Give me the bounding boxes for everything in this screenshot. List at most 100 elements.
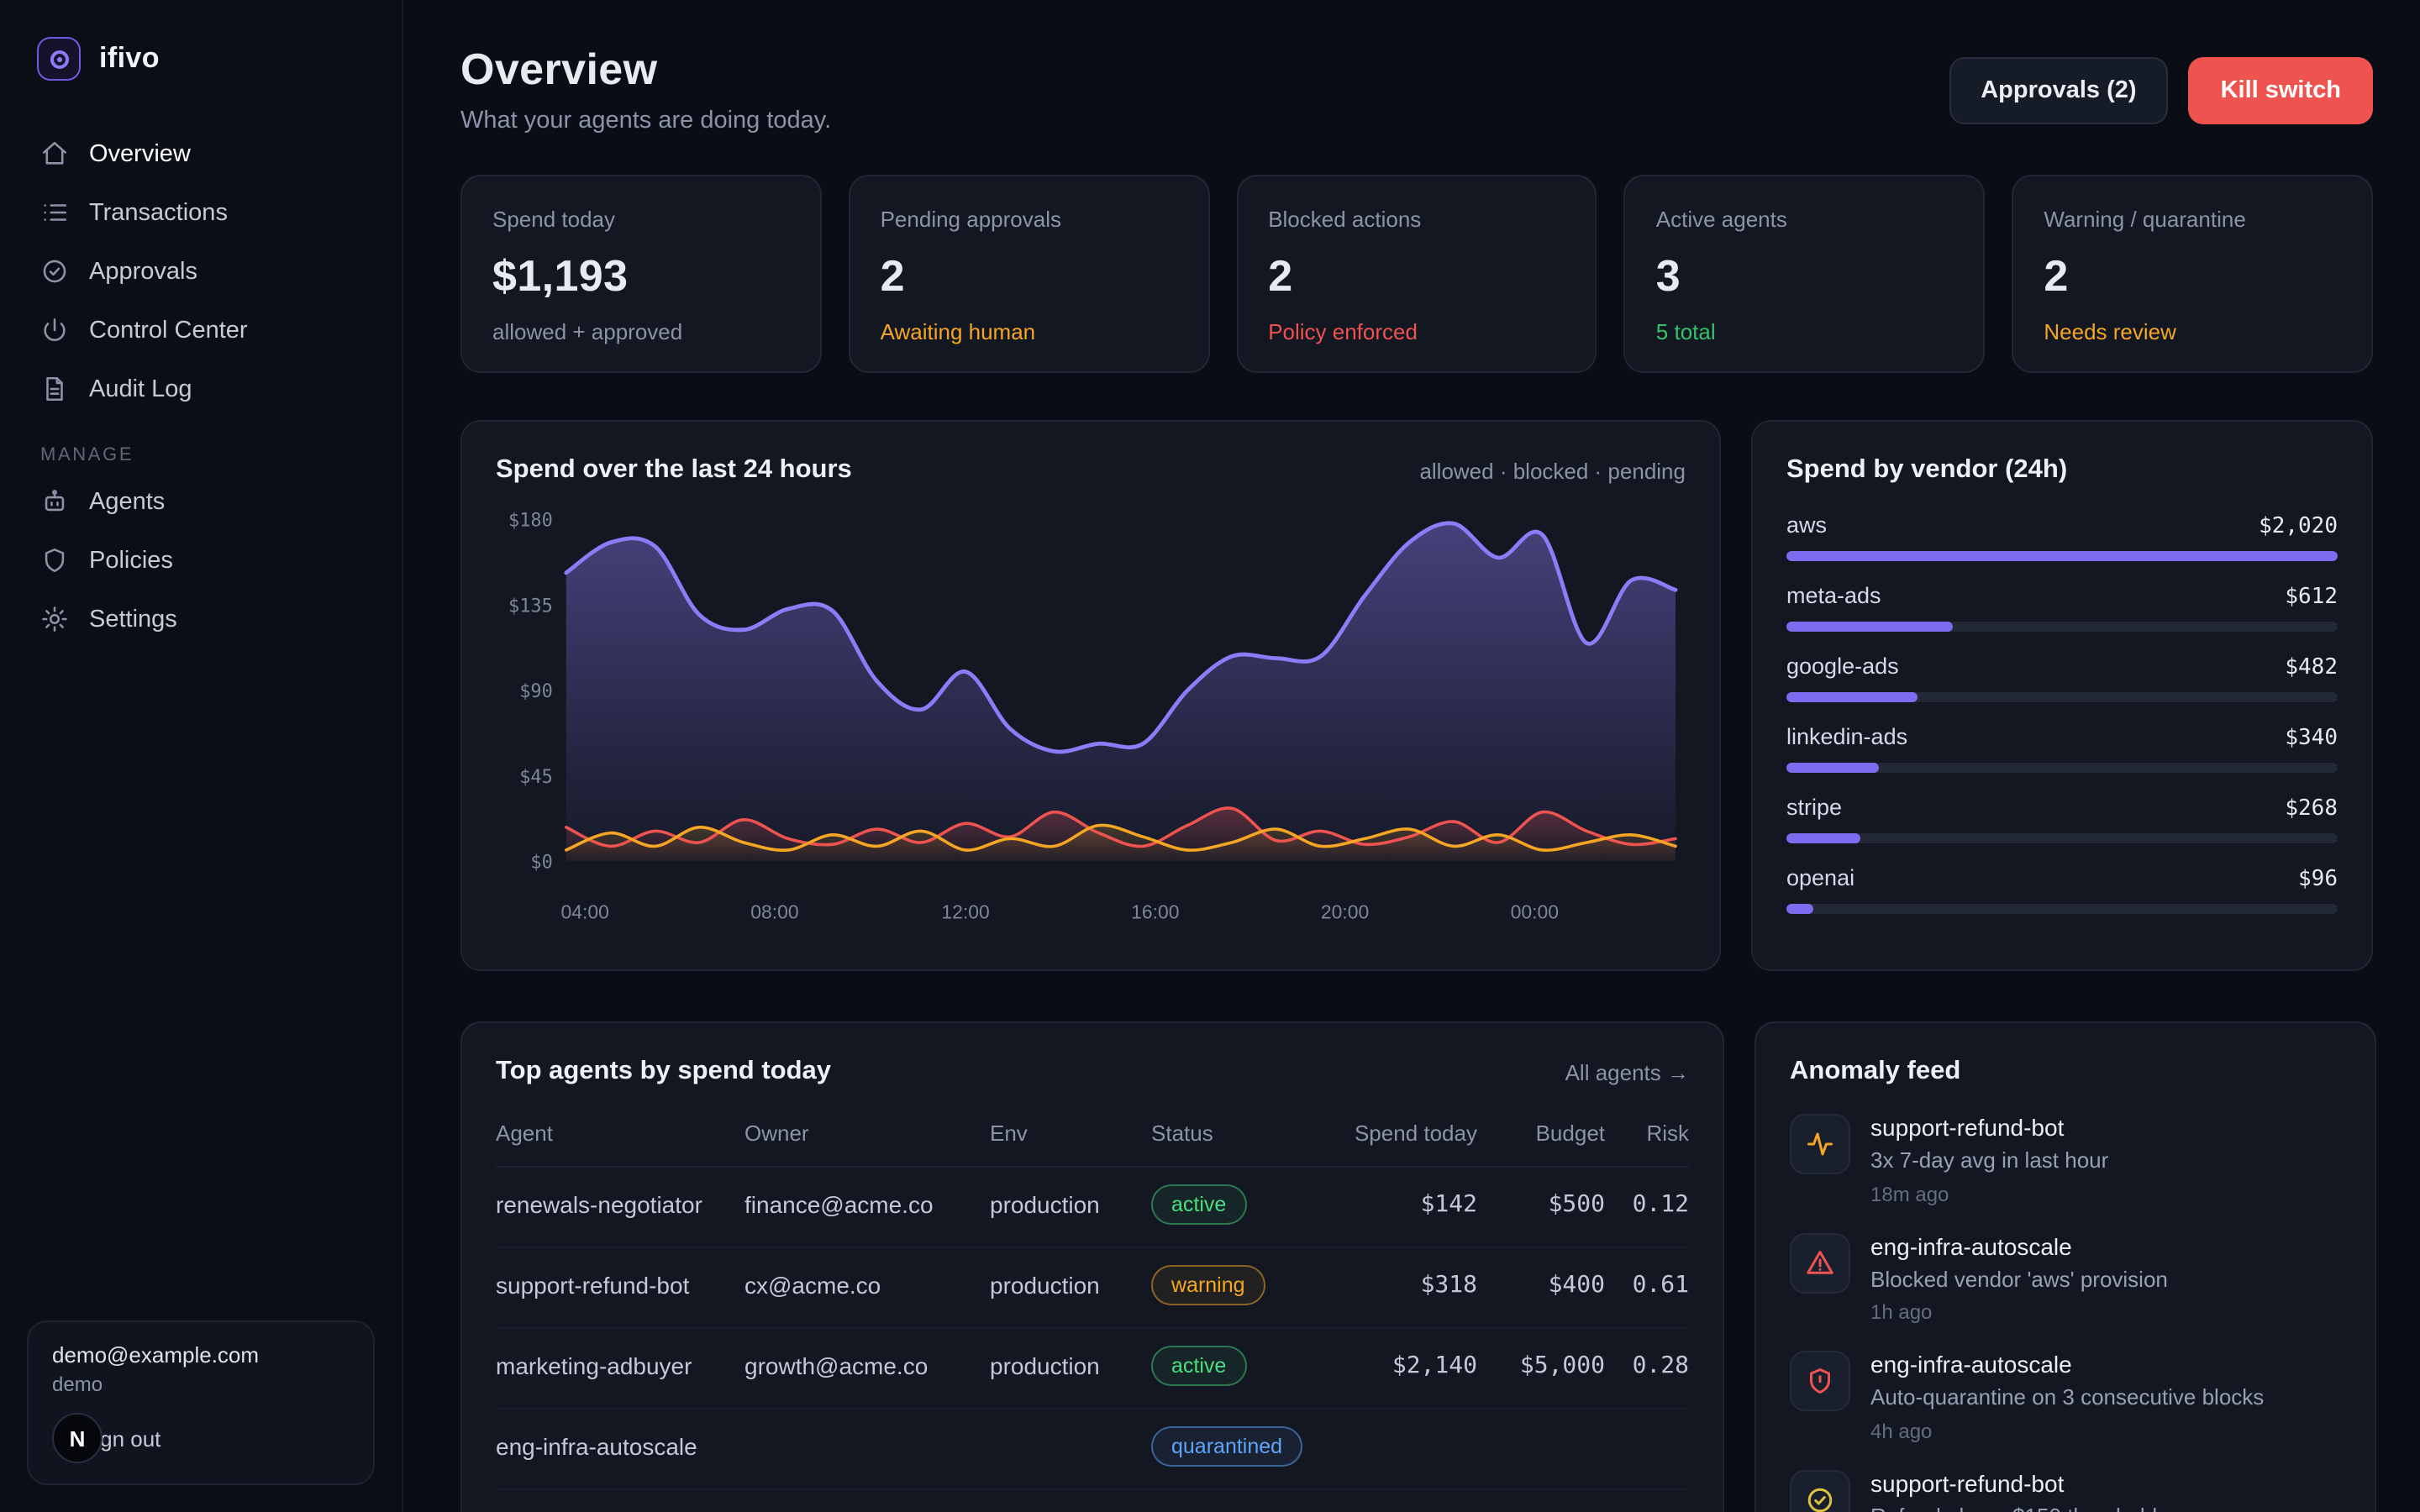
sidebar-item-agents[interactable]: Agents [24,472,378,531]
main-nav: Overview Transactions Approvals Control … [0,111,402,648]
vendor-amount: $612 [2285,585,2338,610]
top-agents-panel: Top agents by spend today All agents → A… [460,1021,1724,1512]
vendor-bar-fill [1786,622,1954,632]
vendor-amount: $268 [2285,796,2338,822]
vendor-panel-title: Spend by vendor (24h) [1786,455,2338,486]
vendor-amount: $482 [2285,655,2338,680]
svg-text:$0: $0 [530,852,552,873]
sidebar-item-transactions[interactable]: Transactions [24,183,378,242]
stat-card-warning-quarantine: Warning / quarantine 2 Needs review [2012,175,2373,373]
anomaly-agent: eng-infra-autoscale [1870,1232,2168,1259]
agent-spend [1339,1409,1477,1489]
col-risk: Risk [1605,1110,1689,1167]
sidebar-item-control-center[interactable]: Control Center [24,301,378,360]
sidebar-item-label: Overview [89,140,191,167]
agent-spend: $142 [1339,1167,1477,1247]
svg-text:$90: $90 [519,681,553,702]
sidebar-item-audit-log[interactable]: Audit Log [24,360,378,418]
vendor-row: openai$96 [1786,865,2338,914]
vendor-name: linkedin-ads [1786,724,1907,749]
status-badge: active [1151,1184,1246,1225]
avatar[interactable]: N [52,1413,103,1463]
col-agent: Agent [496,1110,744,1167]
agent-risk: 0.61 [1605,1247,1689,1328]
user-card: demo@example.com demo N Sign out [27,1320,375,1485]
sidebar-item-approvals[interactable]: Approvals [24,242,378,301]
vendor-bar-track [1786,692,2338,702]
agent-owner: growth@acme.co [744,1328,990,1409]
table-row[interactable]: marketing-adbuyer growth@acme.co product… [496,1328,1689,1409]
col-budget: Budget [1477,1110,1605,1167]
power-icon [40,316,69,344]
anomaly-time: 18m ago [1870,1182,2108,1205]
sidebar-item-label: Approvals [89,258,197,285]
vendor-row: linkedin-ads $340 [1786,724,2338,773]
kill-switch-button[interactable]: Kill switch [2189,57,2373,124]
vendor-bar-track [1786,622,2338,632]
vendor-spend-panel: Spend by vendor (24h) aws$2,020 meta-ads… [1751,420,2373,971]
sidebar-item-label: Audit Log [89,375,192,402]
main-content: Overview What your agents are doing toda… [403,0,2420,1512]
vendor-row: meta-ads $612 [1786,583,2338,632]
anomaly-item[interactable]: support-refund-bot 3x 7-day avg in last … [1790,1114,2341,1205]
agent-budget: $5,000 [1477,1328,1605,1409]
table-header-row: Agent Owner Env Status Spend today Budge… [496,1110,1689,1167]
vendor-name: meta-ads [1786,583,1881,608]
svg-text:00:00: 00:00 [1511,900,1559,922]
activity-icon [1805,1129,1835,1159]
anomaly-item[interactable]: support-refund-bot Refund above $150 thr… [1790,1469,2341,1512]
file-text-icon [40,375,69,403]
table-row[interactable]: renewals-negotiator finance@acme.co prod… [496,1167,1689,1247]
agent-budget [1477,1409,1605,1489]
vendor-row: stripe $268 [1786,795,2338,843]
stat-value: $1,193 [492,250,790,302]
vendor-row: aws$2,020 [1786,512,2338,561]
anomaly-desc: 3x 7-day avg in last hour [1870,1146,2108,1175]
table-row[interactable]: support-refund-bot cx@acme.co production… [496,1247,1689,1328]
stat-label: Active agents [1656,207,1954,232]
app-logo: ifivo [0,0,402,111]
svg-text:$45: $45 [519,767,553,788]
anomaly-item[interactable]: eng-infra-autoscale Blocked vendor 'aws'… [1790,1232,2341,1324]
page-header: Overview What your agents are doing toda… [460,44,2373,134]
sidebar-item-label: Agents [89,488,165,515]
vendor-row: google-ads$482 [1786,654,2338,702]
user-email: demo@example.com [52,1342,350,1368]
anomaly-feed-panel: Anomaly feed support-refund-bot 3x 7-day… [1754,1021,2376,1512]
stat-value: 2 [881,250,1178,302]
sidebar-item-label: Control Center [89,317,248,344]
svg-text:16:00: 16:00 [1131,900,1179,922]
vendor-bar-track [1786,904,2338,914]
status-badge: active [1151,1346,1246,1386]
page-subtitle: What your agents are doing today. [460,108,831,134]
vendor-bar-track [1786,551,2338,561]
agent-env: production [990,1328,1151,1409]
agent-env [990,1409,1151,1489]
stat-label: Spend today [492,207,790,232]
agent-budget: $400 [1477,1247,1605,1328]
table-row[interactable]: eng-infra-autoscale quarantined [496,1409,1689,1489]
anomaly-agent: support-refund-bot [1870,1469,2157,1496]
sidebar-item-label: Transactions [89,199,228,226]
stat-card-pending-approvals: Pending approvals 2 Awaiting human [849,175,1210,373]
agent-name: support-refund-bot [496,1247,744,1328]
anomaly-feed-title: Anomaly feed [1790,1057,2341,1087]
sidebar-item-settings[interactable]: Settings [24,590,378,648]
vendor-amount: $340 [2285,726,2338,751]
approvals-button[interactable]: Approvals (2) [1949,57,2168,124]
status-badge: quarantined [1151,1426,1302,1467]
anomaly-desc: Refund above $150 threshold [1870,1501,2157,1512]
anomaly-item[interactable]: eng-infra-autoscale Auto-quarantine on 3… [1790,1351,2341,1442]
agent-owner [744,1409,990,1489]
vendor-amount: $2,020 [2259,514,2338,539]
agent-name: eng-infra-autoscale [496,1409,744,1489]
all-agents-link[interactable]: All agents → [1565,1059,1689,1084]
agent-env: production [990,1167,1151,1247]
sidebar-item-label: Policies [89,547,173,574]
sidebar-item-policies[interactable]: Policies [24,531,378,590]
vendor-name: stripe [1786,795,1842,820]
check-circle-icon [1805,1484,1835,1512]
sidebar-item-overview[interactable]: Overview [24,124,378,183]
app-name: ifivo [99,42,160,76]
check-circle-icon [40,257,69,286]
